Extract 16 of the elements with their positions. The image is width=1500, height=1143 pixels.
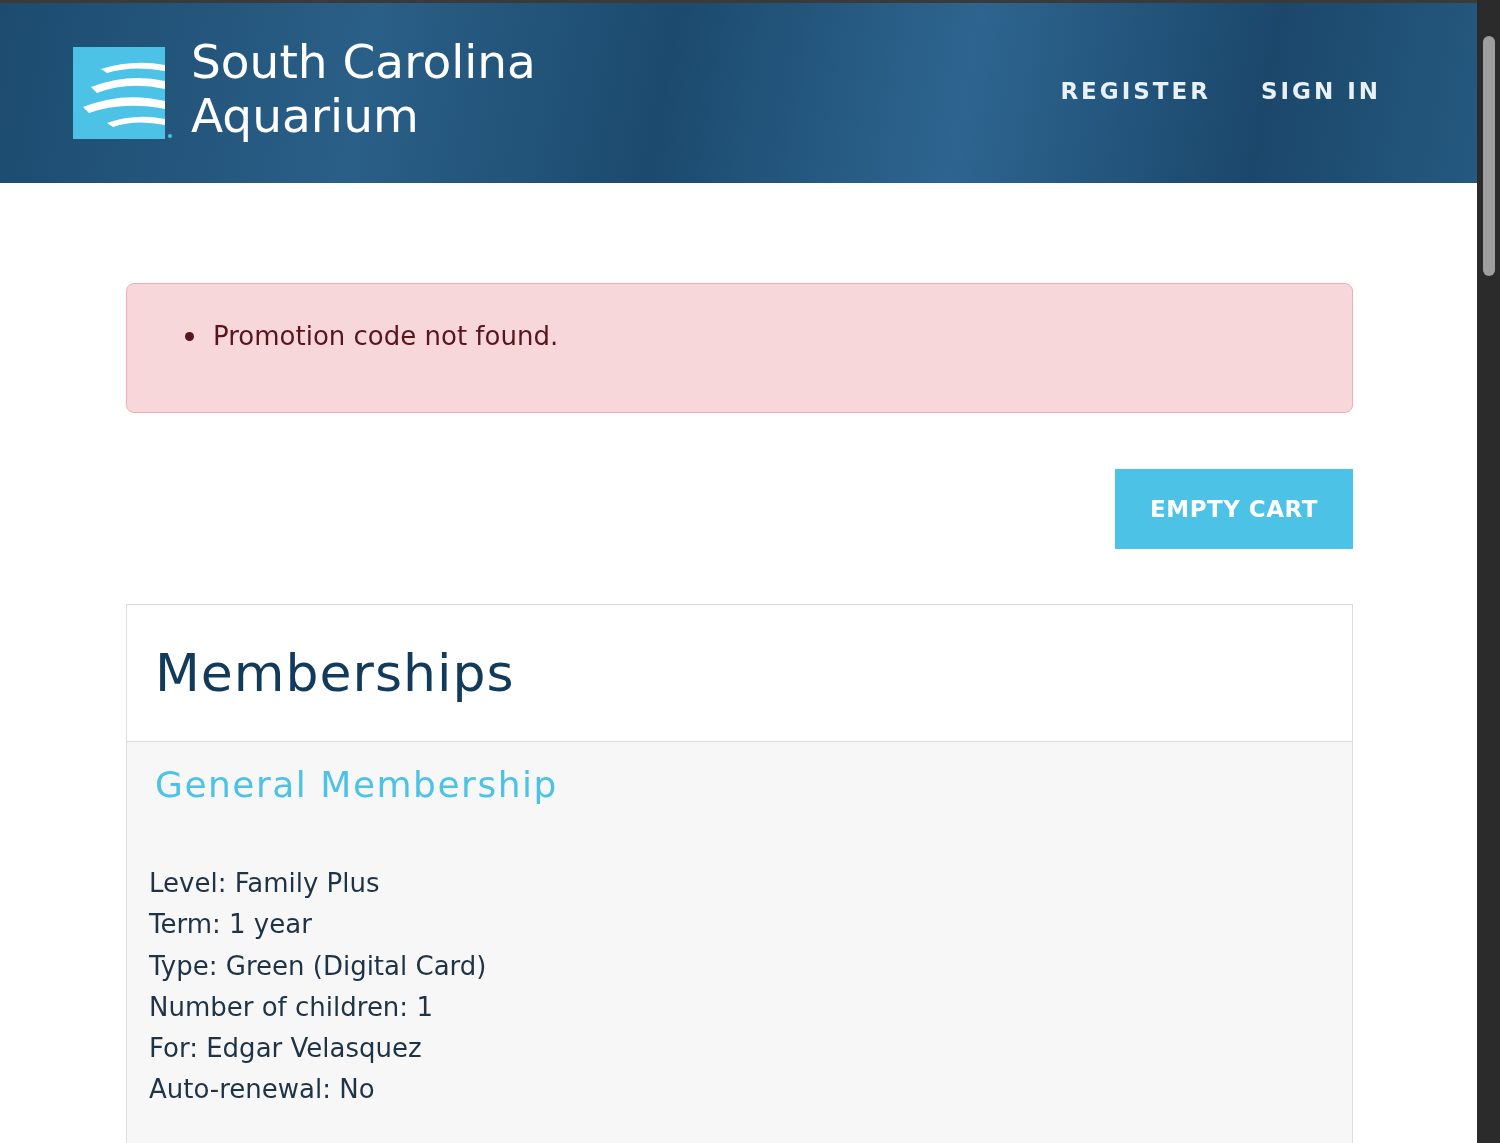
- membership-detail: Term: 1 year: [149, 908, 313, 942]
- error-message: Promotion code not found.: [213, 320, 559, 353]
- membership-detail: Auto-renewal: No: [149, 1073, 376, 1107]
- logo-text: Aquarium: [191, 89, 420, 143]
- membership-name: General Membership: [155, 764, 559, 805]
- membership-detail: For: Edgar Velasquez: [149, 1032, 423, 1066]
- membership-detail: Type: Green (Digital Card): [149, 949, 488, 983]
- nav-link[interactable]: SIGN IN: [1260, 78, 1381, 104]
- nav-link[interactable]: REGISTER: [1060, 78, 1211, 104]
- membership-detail: Level: Family Plus: [149, 867, 381, 900]
- wave-logo-icon: [73, 47, 173, 139]
- bullet-icon: [185, 331, 194, 341]
- scrollbar[interactable]: [1477, 0, 1500, 1143]
- membership-detail: Number of children: 1: [149, 990, 434, 1024]
- card-title: Memberships: [155, 643, 515, 703]
- scrollbar-thumb[interactable]: [1483, 36, 1495, 276]
